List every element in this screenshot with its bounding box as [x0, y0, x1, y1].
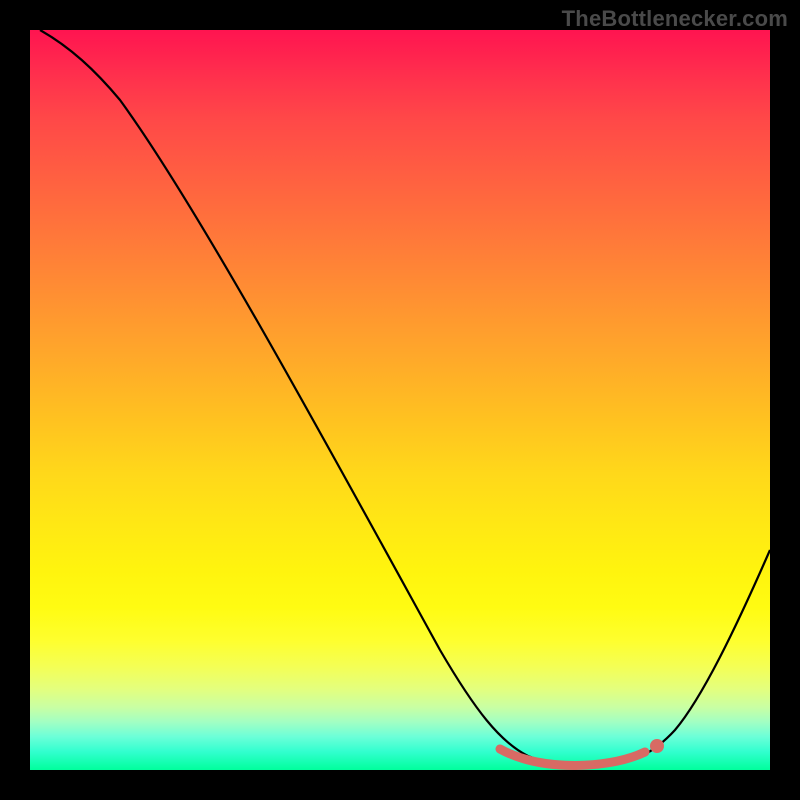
chart-frame: TheBottlenecker.com [0, 0, 800, 800]
optimal-marker-dot [650, 739, 664, 753]
bottleneck-curve [40, 30, 770, 767]
watermark-text: TheBottlenecker.com [562, 6, 788, 32]
plot-area [30, 30, 770, 770]
bottleneck-curve-svg [30, 30, 770, 770]
